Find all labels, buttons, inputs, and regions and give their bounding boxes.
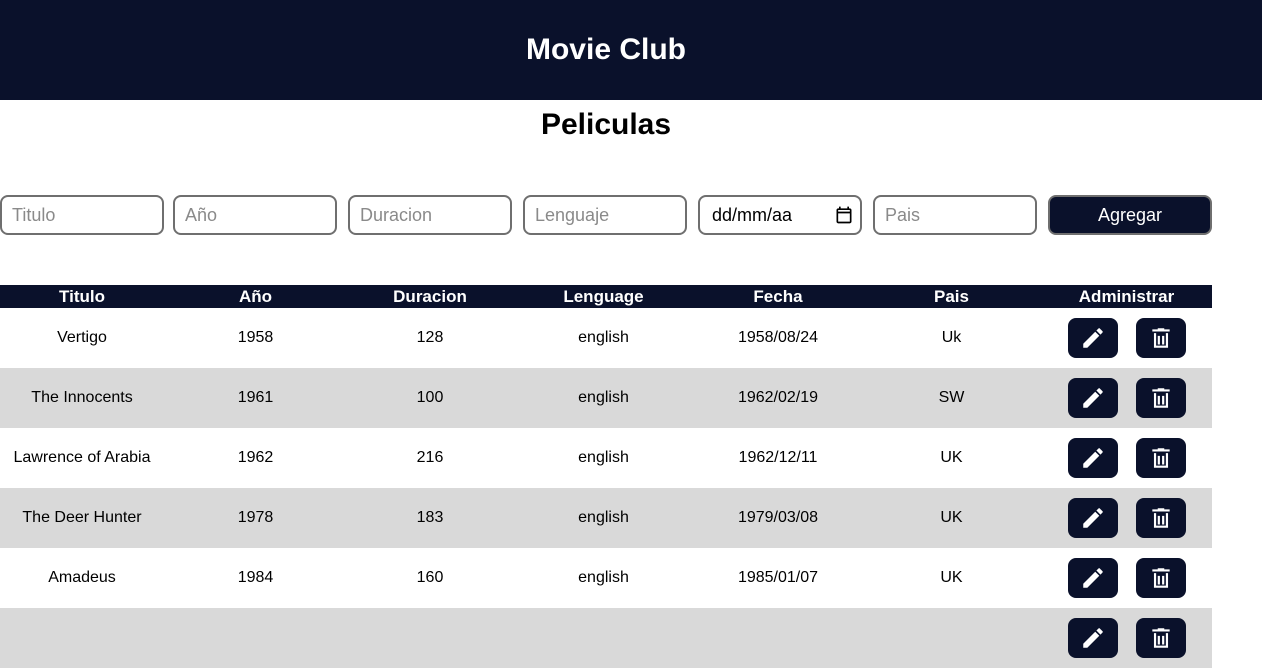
table-cell [347,608,513,668]
row-actions [1041,428,1212,488]
table-cell: 1958/08/24 [737,329,819,346]
pais-input[interactable] [875,204,1035,226]
column-header: Lenguage [563,287,644,306]
table-row: The Deer Hunter 1978 183 english 1979/03/08 U… [0,488,1212,548]
trash-icon [1151,508,1170,528]
table-cell: 1985/01/07 [737,569,819,586]
table-cell: The Innocents [31,389,133,406]
trash-icon [1151,388,1170,408]
table-cell [694,608,862,668]
titulo-field-wrapper [0,195,164,235]
movies-table: Titulo Año Duracion Lenguage Fecha Pais … [0,285,1212,668]
anio-field-wrapper [173,195,337,235]
table-cell: 1958 [237,329,274,346]
pais-field-wrapper [873,195,1037,235]
table-cell: 128 [416,329,444,346]
table-cell [513,608,694,668]
table-cell: Amadeus [48,569,116,586]
table-cell: 216 [416,449,444,466]
table-cell [0,608,164,668]
table-cell: english [578,329,629,346]
table-cell: 100 [416,389,444,406]
table-row: Vertigo 1958 128 english 1958/08/24 Uk [0,308,1212,368]
delete-button[interactable] [1135,558,1186,598]
table-row: Lawrence of Arabia 1962 216 english 1962/12/… [0,428,1212,488]
delete-button[interactable] [1135,618,1186,658]
row-actions [1041,488,1212,548]
pencil-icon [1082,328,1103,348]
pencil-icon [1082,508,1103,528]
table-row: The Innocents 1961 100 english 1962/02/19 SW [0,368,1212,428]
anio-input[interactable] [175,204,335,226]
table-cell: 183 [416,509,444,526]
table-cell: 1962/12/11 [738,449,818,466]
calendar-icon[interactable] [834,205,854,225]
pencil-icon [1082,448,1103,468]
fecha-input[interactable]: dd/mm/aa [698,195,862,235]
delete-button[interactable] [1135,498,1186,538]
table-cell: 160 [416,569,444,586]
edit-button[interactable] [1067,618,1118,658]
table-cell: english [578,389,629,406]
table-cell: 1962/02/19 [737,389,819,406]
column-header: Duracion [393,287,467,306]
table-cell: 1961 [237,389,274,406]
trash-icon [1151,328,1170,348]
table-cell: english [578,569,629,586]
table-cell: 1978 [237,509,274,526]
edit-button[interactable] [1067,318,1118,358]
table-cell: The Deer Hunter [22,509,142,526]
agregar-button[interactable]: Agregar [1048,195,1212,235]
edit-button[interactable] [1067,498,1118,538]
pencil-icon [1082,568,1103,588]
table-cell: SW [938,389,965,406]
column-header: Fecha [753,287,803,306]
row-actions [1041,368,1212,428]
edit-button[interactable] [1067,378,1118,418]
table-header-row: Titulo Año Duracion Lenguage Fecha Pais … [0,285,1212,308]
delete-button[interactable] [1135,318,1186,358]
table-cell: 1984 [237,569,274,586]
column-header: Año [238,287,273,306]
edit-button[interactable] [1067,558,1118,598]
table-cell: UK [940,509,963,526]
table-cell: UK [940,449,963,466]
table-row [0,608,1212,668]
duracion-input[interactable] [350,204,510,226]
app-title: Movie Club [525,33,686,66]
trash-icon [1151,568,1170,588]
delete-button[interactable] [1135,378,1186,418]
table-cell [164,608,347,668]
delete-button[interactable] [1135,438,1186,478]
table-cell: english [578,449,629,466]
pencil-icon [1082,628,1103,648]
titulo-input[interactable] [2,204,162,226]
table-cell: UK [940,569,963,586]
fecha-input-value: dd/mm/aa [712,204,793,225]
column-header: Pais [934,287,969,306]
table-cell: 1962 [237,449,274,466]
table-cell [862,608,1041,668]
lenguaje-field-wrapper [523,195,687,235]
row-actions [1041,608,1212,668]
page-title: Peliculas [540,108,672,141]
table-cell: Vertigo [57,329,107,346]
trash-icon [1151,628,1170,648]
table-cell: english [578,509,629,526]
duracion-field-wrapper [348,195,512,235]
column-header: Administrar [1078,287,1175,306]
add-movie-form: dd/mm/aa Agregar [0,195,1262,235]
row-actions [1041,308,1212,368]
lenguaje-input[interactable] [525,204,685,226]
app-header: Movie Club [0,0,1262,100]
table-cell: Lawrence of Arabia [13,449,151,466]
edit-button[interactable] [1067,438,1118,478]
table-cell: 1979/03/08 [737,509,819,526]
table-cell: Uk [941,329,962,346]
column-header: Titulo [59,287,105,306]
row-actions [1041,548,1212,608]
trash-icon [1151,448,1170,468]
pencil-icon [1082,388,1103,408]
table-row: Amadeus 1984 160 english 1985/01/07 UK [0,548,1212,608]
